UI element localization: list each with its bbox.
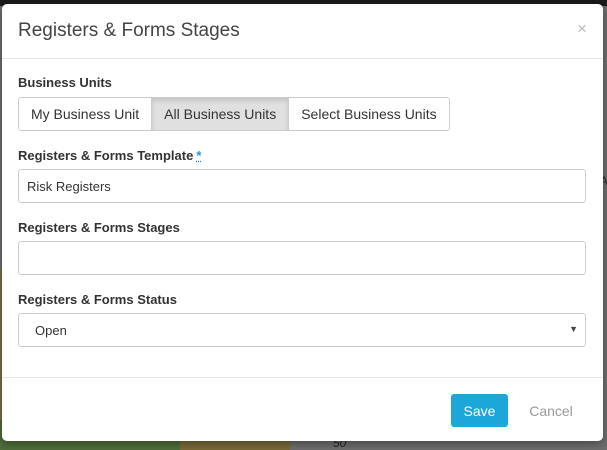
- modal-body: Business Units My Business Unit All Busi…: [2, 59, 603, 376]
- my-business-unit-button[interactable]: My Business Unit: [19, 98, 153, 130]
- template-input[interactable]: [18, 169, 586, 203]
- required-marker: *: [196, 148, 202, 163]
- stages-input[interactable]: [18, 241, 586, 275]
- status-select[interactable]: Open ▼: [18, 313, 586, 347]
- business-units-label: Business Units: [18, 75, 112, 90]
- chevron-down-icon: ▼: [569, 324, 578, 334]
- modal-title: Registers & Forms Stages: [18, 20, 240, 41]
- modal-footer: Save Cancel: [2, 377, 603, 441]
- status-select-value: Open: [35, 323, 67, 338]
- modal-header: Registers & Forms Stages ×: [2, 4, 603, 59]
- save-button[interactable]: Save: [451, 394, 508, 427]
- business-units-toggle: My Business Unit All Business Units Sele…: [18, 97, 450, 131]
- status-label: Registers & Forms Status: [18, 292, 177, 307]
- close-icon[interactable]: ×: [577, 20, 587, 37]
- all-business-units-button[interactable]: All Business Units: [152, 98, 290, 130]
- stages-label: Registers & Forms Stages: [18, 220, 180, 235]
- select-business-units-button[interactable]: Select Business Units: [289, 98, 449, 130]
- template-label-text: Registers & Forms Template: [18, 148, 194, 163]
- cancel-button[interactable]: Cancel: [518, 394, 584, 427]
- registers-forms-stages-modal: Registers & Forms Stages × Business Unit…: [2, 4, 603, 441]
- template-label: Registers & Forms Template *: [18, 148, 201, 163]
